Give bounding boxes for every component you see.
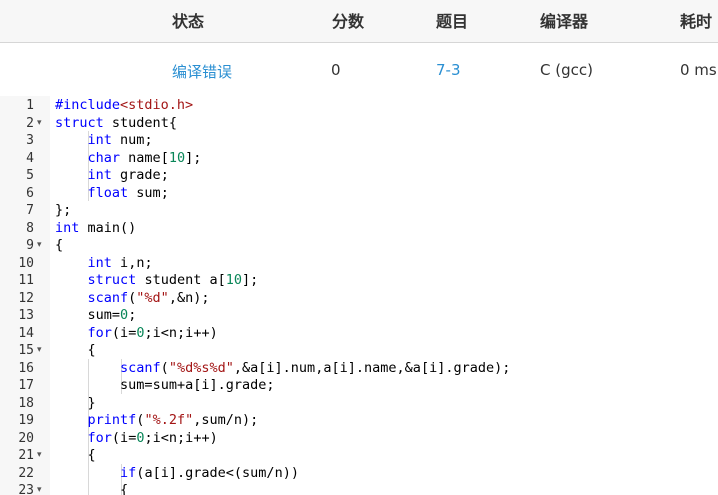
code-line[interactable]: 9 ▾ { [0,237,718,255]
column-header-status: 状态 [172,12,205,31]
code-line[interactable]: 15 ▾ { [0,342,718,360]
submission-table-header: 状态 分数 题目 编译器 耗时 [0,0,718,43]
code-text: int main() [55,219,137,236]
code-text: struct student a[10]; [87,272,259,288]
code-text: }; [55,202,72,218]
chevron-down-icon[interactable]: ▾ [37,342,42,360]
code-line[interactable]: 19 printf("%.2f",sum/n); [0,412,718,430]
line-number: 5 [26,168,34,183]
column-header-time: 耗时 [680,12,713,31]
code-text: int grade; [87,167,169,183]
code-line[interactable]: 12 scanf("%d",&n); [0,290,718,308]
status-link[interactable]: 编译错误 [172,61,232,82]
code-line[interactable]: 14 for(i=0;i<n;i++) [0,325,718,343]
code-line[interactable]: 20 for(i=0;i<n;i++) [0,430,718,448]
code-text: scanf("%d%s%d",&a[i].num,a[i].name,&a[i]… [120,359,511,376]
line-number: 4 [26,150,34,166]
code-line[interactable]: 17 sum=sum+a[i].grade; [0,377,718,395]
code-text: sum=0; [87,307,137,323]
line-number: 16 [18,360,34,376]
compiler-value: C (gcc) [540,61,593,79]
code-text: float sum; [87,184,169,201]
line-number: 14 [18,325,34,341]
code-text: printf("%.2f",sum/n); [87,412,259,428]
code-text: struct student{ [55,114,177,131]
line-number: 19 [18,413,34,428]
code-line[interactable]: 1 #include<stdio.h> [0,97,718,115]
code-text: { [55,342,96,358]
code-text: { [55,482,129,495]
code-text: int i,n; [87,254,153,271]
line-number: 11 [18,273,34,288]
code-line[interactable]: 2 ▾ struct student{ [0,115,718,133]
code-text: for(i=0;i<n;i++) [87,324,218,341]
score-value: 0 [331,61,341,79]
line-number: 17 [18,378,34,393]
line-number: 8 [26,220,34,236]
line-number: 6 [26,185,34,201]
time-value: 0 ms [680,61,717,79]
line-number: 13 [18,308,34,323]
code-text: for(i=0;i<n;i++) [87,429,218,446]
line-number: 20 [18,430,34,446]
code-text: { [55,447,96,463]
chevron-down-icon[interactable]: ▾ [37,237,42,255]
code-line[interactable]: 22 if(a[i].grade<(sum/n)) [0,465,718,483]
code-text: { [55,237,64,253]
line-number: 3 [26,133,34,148]
code-line[interactable]: 11 struct student a[10]; [0,272,718,290]
code-text: #include<stdio.h> [55,97,194,113]
line-number: 9 [26,238,34,253]
chevron-down-icon[interactable]: ▾ [37,115,42,133]
code-text: if(a[i].grade<(sum/n)) [120,464,299,481]
column-header-problem: 题目 [436,12,469,31]
line-number: 12 [18,290,34,306]
code-line[interactable]: 7}; [0,202,718,220]
code-editor[interactable]: 1 #include<stdio.h> 2 ▾ struct student{3 int… [0,96,718,495]
line-number: 7 [26,203,34,218]
column-header-score: 分数 [332,12,365,31]
line-number: 23 [18,483,34,495]
problem-link[interactable]: 7-3 [436,61,461,79]
code-line[interactable]: 21 ▾ { [0,447,718,465]
code-line[interactable]: 6 float sum; [0,185,718,203]
code-text: scanf("%d",&n); [87,289,210,306]
code-line[interactable]: 23 ▾ { [0,482,718,495]
code-line[interactable]: 3 int num; [0,132,718,150]
code-line[interactable]: 5 int grade; [0,167,718,185]
line-number: 1 [26,98,34,113]
code-line[interactable]: 16 scanf("%d%s%d",&a[i].num,a[i].name,&a… [0,360,718,378]
code-line[interactable]: 8 int main() [0,220,718,238]
line-number: 10 [18,255,34,271]
line-number: 2 [26,115,34,131]
code-text: sum=sum+a[i].grade; [120,377,275,393]
code-line[interactable]: 4 char name[10]; [0,150,718,168]
column-header-compiler: 编译器 [540,12,589,31]
code-line[interactable]: 18 } [0,395,718,413]
chevron-down-icon[interactable]: ▾ [37,447,42,465]
line-number: 15 [18,343,34,358]
code-line[interactable]: 13 sum=0; [0,307,718,325]
code-text: int num; [87,132,153,148]
line-number: 21 [18,448,34,463]
line-number: 18 [18,395,34,411]
code-text: } [55,394,96,411]
line-number: 22 [18,465,34,481]
code-text: char name[10]; [87,149,202,166]
chevron-down-icon[interactable]: ▾ [37,482,42,495]
code-line[interactable]: 10 int i,n; [0,255,718,273]
